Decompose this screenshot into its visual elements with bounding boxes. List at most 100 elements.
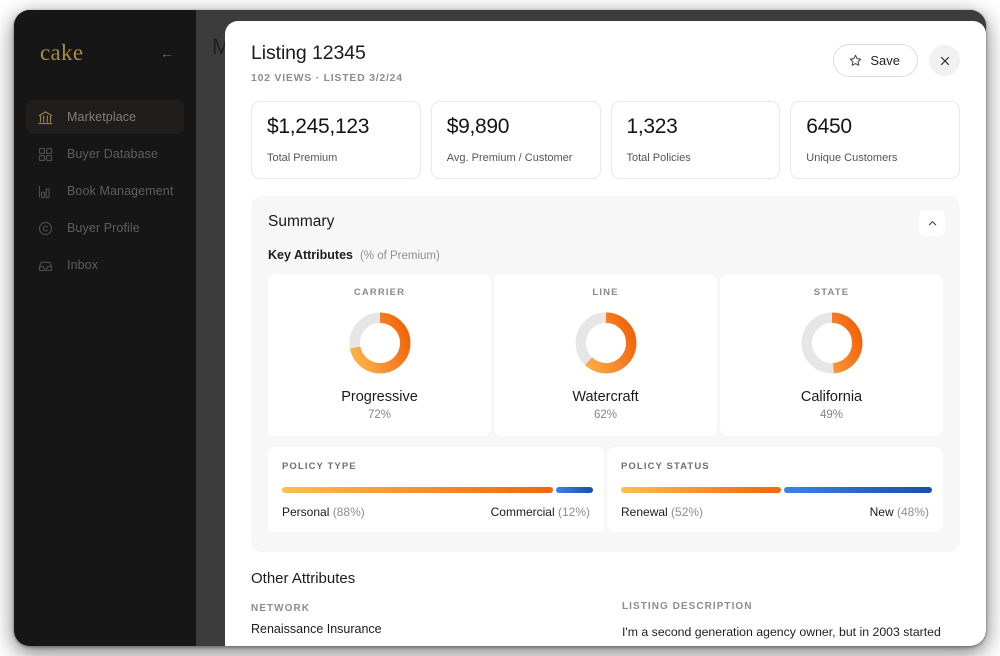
app-window: cake ← Marketplace Buyer D (14, 10, 986, 646)
listing-description-text: I'm a second generation agency owner, bu… (622, 622, 960, 646)
donut-card-line: LINE Watercraft 62% (494, 274, 717, 436)
bar-segment-primary (621, 487, 781, 493)
modal-header-actions: Save (833, 42, 960, 77)
donut-card-state: STATE California 49 (720, 274, 943, 436)
sidebar-item-label: Buyer Database (67, 147, 158, 161)
field-label: NETWORK (251, 603, 596, 614)
stat-value: $9,890 (447, 115, 585, 139)
stat-label: Total Policies (627, 152, 765, 164)
stat-value: 1,323 (627, 115, 765, 139)
donut-label: Watercraft (504, 389, 707, 405)
save-button[interactable]: Save (833, 44, 918, 77)
sidebar-item-marketplace[interactable]: Marketplace (26, 100, 184, 134)
modal-title-group: Listing 12345 102 VIEWS · LISTED 3/2/24 (251, 42, 403, 84)
bar-legend-right-value: (48%) (897, 505, 929, 519)
donut-category: CARRIER (278, 287, 481, 298)
bar-category: POLICY STATUS (621, 461, 929, 472)
sidebar-item-label: Buyer Profile (67, 221, 140, 235)
bar-legend-left-label: Renewal (621, 505, 668, 519)
chevron-up-icon (927, 218, 938, 229)
key-attributes-title: Key Attributes (268, 248, 353, 262)
stat-card: 1,323 Total Policies (611, 101, 781, 179)
summary-title: Summary (268, 213, 943, 231)
stat-card: $9,890 Avg. Premium / Customer (431, 101, 601, 179)
donut-row: CARRIER Progressive (268, 274, 943, 436)
summary-collapse-button[interactable] (919, 210, 945, 236)
donut-value: 62% (504, 409, 707, 421)
sidebar: cake ← Marketplace Buyer D (14, 10, 196, 646)
bar-row: POLICY TYPE Personal (88%) Commercial (1… (268, 447, 943, 532)
stat-value: $1,245,123 (267, 115, 405, 139)
bar-legend-right: Commercial (12%) (491, 505, 590, 519)
donut-label: Progressive (278, 389, 481, 405)
sidebar-brand-row: cake ← (26, 32, 184, 74)
listing-detail-modal: Listing 12345 102 VIEWS · LISTED 3/2/24 … (225, 21, 986, 646)
donut-card-carrier: CARRIER Progressive (268, 274, 491, 436)
sidebar-item-label: Inbox (67, 258, 98, 272)
bar-card-policy-type: POLICY TYPE Personal (88%) Commercial (1… (268, 447, 604, 532)
sidebar-item-buyer-profile[interactable]: Buyer Profile (26, 211, 184, 245)
field-value: Renaissance Insurance (251, 622, 596, 636)
bar-legend: Personal (88%) Commercial (12%) (282, 505, 590, 519)
other-attributes-title: Other Attributes (251, 570, 596, 587)
donut-chart-carrier (346, 309, 414, 377)
donut-label: California (730, 389, 933, 405)
sidebar-item-inbox[interactable]: Inbox (26, 248, 184, 282)
donut-chart-line (572, 309, 640, 377)
sidebar-item-book-management[interactable]: Book Management (26, 174, 184, 208)
sidebar-item-label: Book Management (67, 184, 173, 198)
bank-icon (37, 109, 54, 126)
bar-legend-right: New (48%) (870, 505, 929, 519)
field-listing-description: LISTING DESCRIPTION I'm a second generat… (622, 601, 960, 646)
bar-legend-right-value: (12%) (558, 505, 590, 519)
bar-legend-left-value: (88%) (333, 505, 365, 519)
sidebar-item-label: Marketplace (67, 110, 136, 124)
bar-chart-icon (37, 183, 54, 200)
bar-category: POLICY TYPE (282, 461, 590, 472)
modal-header: Listing 12345 102 VIEWS · LISTED 3/2/24 … (225, 21, 986, 84)
modal-subtitle: 102 VIEWS · LISTED 3/2/24 (251, 72, 403, 84)
close-button[interactable] (929, 45, 960, 76)
bar-legend: Renewal (52%) New (48%) (621, 505, 929, 519)
donut-value: 72% (278, 409, 481, 421)
other-attributes-right-column: LISTING DESCRIPTION I'm a second generat… (622, 570, 960, 646)
other-attributes-section: Other Attributes NETWORK Renaissance Ins… (251, 570, 960, 646)
bar-segment-secondary (784, 487, 932, 493)
stats-row: $1,245,123 Total Premium $9,890 Avg. Pre… (225, 84, 986, 179)
bar-legend-right-label: New (870, 505, 894, 519)
donut-category: LINE (504, 287, 707, 298)
stat-label: Unique Customers (806, 152, 944, 164)
sidebar-nav: Marketplace Buyer Database (26, 100, 184, 282)
donut-value: 49% (730, 409, 933, 421)
bar-card-policy-status: POLICY STATUS Renewal (52%) New (48%) (607, 447, 943, 532)
spacer (622, 570, 960, 601)
stat-label: Total Premium (267, 152, 405, 164)
close-icon (939, 55, 951, 67)
bar-segment-secondary (556, 487, 593, 493)
bar-legend-left: Personal (88%) (282, 505, 365, 519)
save-button-label: Save (870, 53, 900, 68)
inbox-icon (37, 257, 54, 274)
stat-card: $1,245,123 Total Premium (251, 101, 421, 179)
key-attributes-note: (% of Premium) (360, 250, 440, 262)
stat-card: 6450 Unique Customers (790, 101, 960, 179)
summary-panel: Summary Key Attributes (% of Premium) CA… (251, 196, 960, 552)
grid-icon (37, 146, 54, 163)
bar-legend-right-label: Commercial (491, 505, 555, 519)
field-network: NETWORK Renaissance Insurance (251, 603, 596, 636)
donut-chart-state (798, 309, 866, 377)
field-label: LISTING DESCRIPTION (622, 601, 960, 612)
stat-label: Avg. Premium / Customer (447, 152, 585, 164)
stat-value: 6450 (806, 115, 944, 139)
bar-legend-left: Renewal (52%) (621, 505, 703, 519)
star-icon (848, 53, 863, 68)
other-attributes-left-column: Other Attributes NETWORK Renaissance Ins… (251, 570, 596, 646)
bar-track (621, 487, 929, 493)
bar-legend-left-label: Personal (282, 505, 329, 519)
bar-track (282, 487, 590, 493)
sidebar-item-buyer-database[interactable]: Buyer Database (26, 137, 184, 171)
bar-legend-left-value: (52%) (671, 505, 703, 519)
key-attributes-heading: Key Attributes (% of Premium) (268, 248, 943, 262)
arrow-left-icon[interactable]: ← (160, 46, 174, 60)
donut-category: STATE (730, 287, 933, 298)
